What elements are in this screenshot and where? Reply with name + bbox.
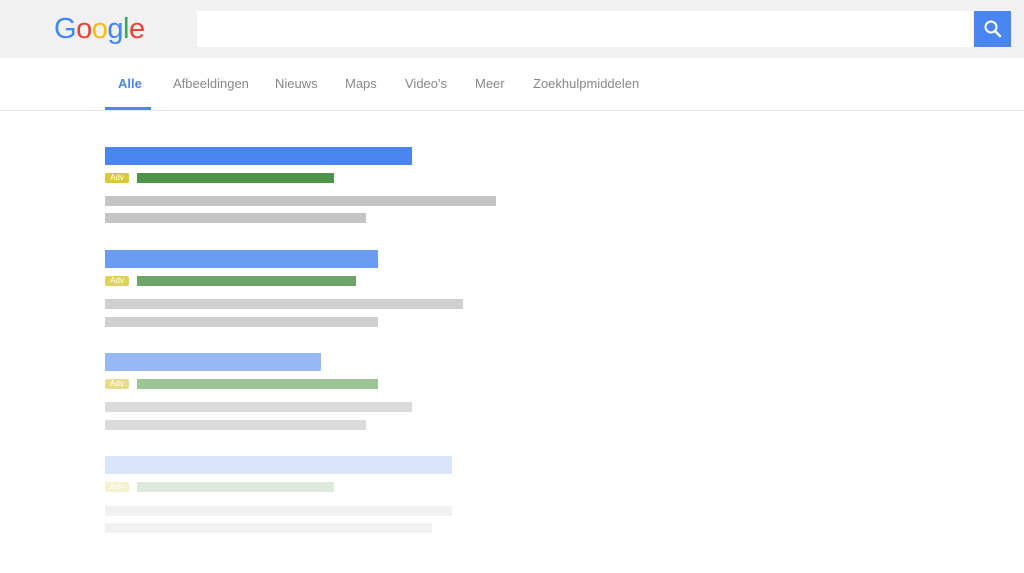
logo-letter: G: [54, 13, 77, 45]
tab-maps[interactable]: Maps: [345, 58, 377, 110]
logo-letter: o: [91, 13, 108, 45]
result-url-placeholder: [137, 482, 334, 492]
google-logo[interactable]: Google: [54, 11, 145, 47]
result-snippet-placeholder: [105, 299, 463, 309]
result-title-placeholder[interactable]: [105, 456, 452, 474]
search-icon: [984, 20, 1002, 38]
header-bar: Google: [0, 0, 1024, 58]
result-snippet-placeholder: [105, 196, 496, 206]
result-snippet-placeholder: [105, 213, 366, 223]
ad-badge: Adv: [105, 276, 129, 286]
tab-zoekhulpmiddelen[interactable]: Zoekhulpmiddelen: [533, 58, 639, 110]
tab-nieuws[interactable]: Nieuws: [275, 58, 318, 110]
result-title-placeholder[interactable]: [105, 353, 321, 371]
result-url-placeholder: [137, 276, 356, 286]
logo-letter: o: [76, 13, 92, 45]
search-tabs: Alle Afbeeldingen Nieuws Maps Video's Me…: [0, 58, 1024, 111]
search-button[interactable]: [974, 11, 1011, 47]
result-title-placeholder[interactable]: [105, 147, 412, 165]
result-snippet-placeholder: [105, 317, 378, 327]
result-title-placeholder[interactable]: [105, 250, 378, 268]
ad-badge: Adv: [105, 379, 129, 389]
tab-afbeeldingen[interactable]: Afbeeldingen: [173, 58, 249, 110]
result-url-placeholder: [137, 173, 334, 183]
result-snippet-placeholder: [105, 402, 412, 412]
result-snippet-placeholder: [105, 420, 366, 430]
tab-meer[interactable]: Meer: [475, 58, 505, 110]
result-snippet-placeholder: [105, 506, 452, 516]
search-input[interactable]: [197, 11, 973, 47]
tab-alle[interactable]: Alle: [105, 58, 151, 110]
tab-videos[interactable]: Video's: [405, 58, 447, 110]
result-url-placeholder: [137, 379, 378, 389]
ad-badge: Adv: [105, 482, 129, 492]
result-snippet-placeholder: [105, 523, 432, 533]
logo-letter: e: [128, 13, 145, 45]
ad-badge: Adv: [105, 173, 129, 183]
logo-letter: g: [107, 13, 123, 45]
